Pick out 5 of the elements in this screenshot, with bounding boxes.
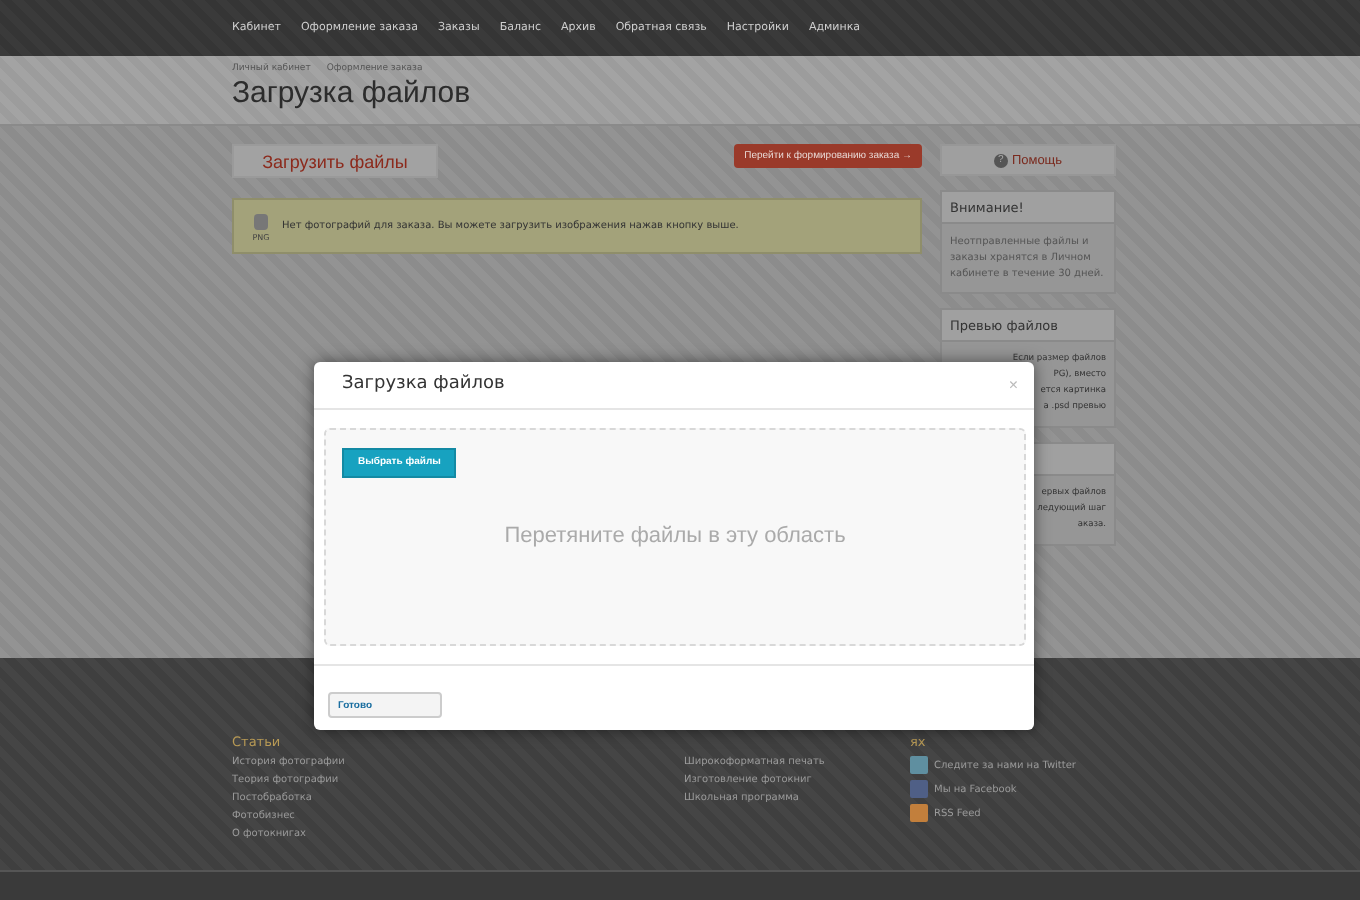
drop-hint: Перетяните файлы в эту область: [504, 524, 846, 548]
upload-button[interactable]: Загрузить файлы: [232, 144, 438, 178]
dialog-title: Загрузка файлов: [342, 374, 505, 395]
close-button[interactable]: ×: [1008, 375, 1018, 394]
page-title: Загрузка файлов: [232, 76, 473, 110]
